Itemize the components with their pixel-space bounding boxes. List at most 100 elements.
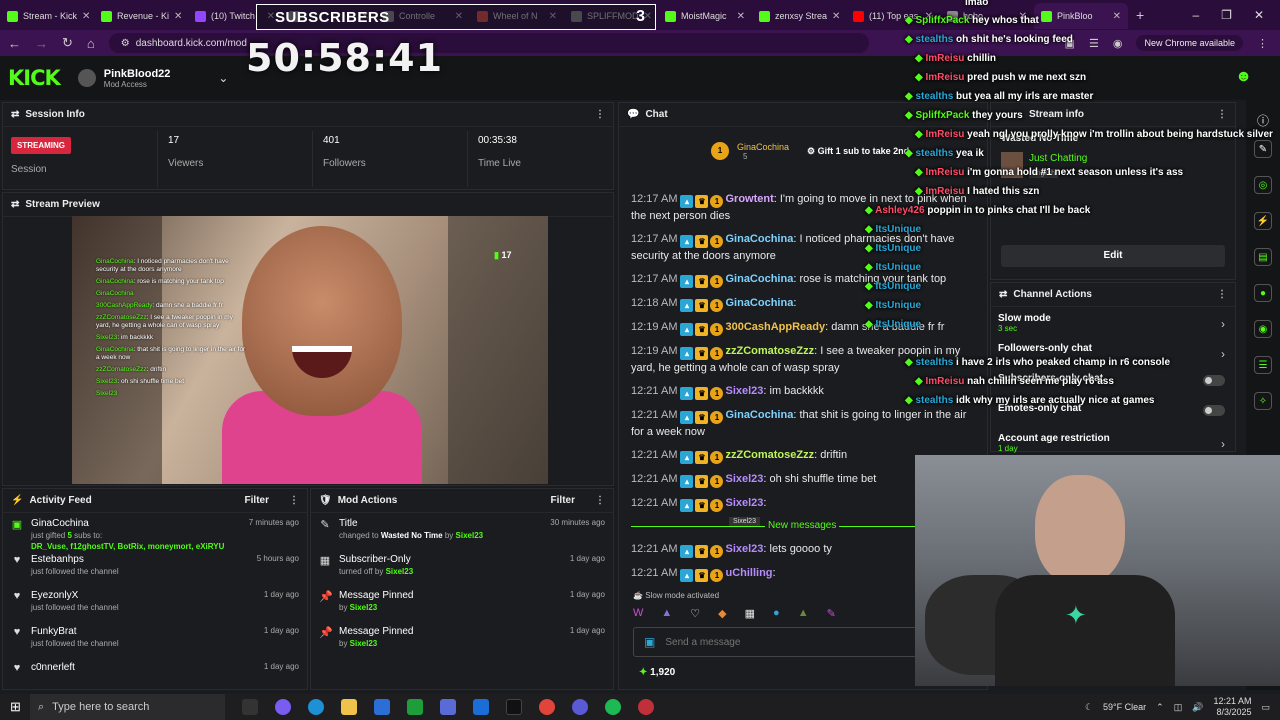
activity-item[interactable]: ♥ c0nnerleft 1 day ago — [3, 657, 307, 689]
mod-action-body: Subscriber-Only turned off by Sixel23 — [339, 554, 413, 576]
spotify-icon[interactable] — [605, 699, 621, 715]
more-icon[interactable]: ⋮ — [595, 495, 605, 506]
overlay-username: ImReisu — [925, 376, 965, 387]
mod-action-desc: changed to Wasted No Time by Sixel23 — [339, 531, 483, 540]
stream-video[interactable]: GinaCochina: I noticed pharmacies don't … — [72, 216, 548, 484]
back-icon[interactable]: ← — [8, 36, 21, 51]
more-icon[interactable]: ⋮ — [289, 495, 299, 506]
obs-icon[interactable] — [572, 699, 588, 715]
xbox-icon[interactable] — [407, 699, 423, 715]
chat-username[interactable]: zzZComatoseZzz — [725, 449, 814, 461]
emote-icon[interactable]: ▦ — [745, 607, 755, 620]
start-icon[interactable]: ⊞ — [10, 699, 21, 715]
browser-tab[interactable]: Revenue - Ki ✕ — [94, 3, 188, 29]
tab-close-icon[interactable]: ✕ — [737, 11, 745, 22]
chat-username[interactable]: 300CashAppReady — [725, 321, 825, 333]
emote-icon[interactable]: ▲ — [661, 607, 672, 620]
chat-username[interactable]: Sixel23 — [725, 543, 763, 555]
app-red-icon[interactable] — [638, 699, 654, 715]
emote-picker-icon[interactable]: ▣ — [644, 635, 655, 649]
mod-user[interactable]: Sixel23 — [456, 531, 484, 540]
overlay-chat-line: ◆ ItsUnique — [865, 242, 921, 256]
emote-icon[interactable]: ● — [773, 607, 780, 620]
chat-message[interactable]: 12:21 AM ▴ ♛ 1 uChilling: — [619, 565, 919, 582]
points-display[interactable]: ✦ 1,920 — [639, 667, 675, 678]
gift-badge-icon: 1 — [710, 347, 724, 360]
tray-up-icon[interactable]: ⌃ — [1156, 702, 1164, 713]
emote-icon[interactable]: ✎ — [827, 607, 836, 620]
app-icon[interactable] — [440, 699, 456, 715]
new-messages-label[interactable]: New messages — [765, 520, 840, 531]
badge-icon: ▴ — [680, 275, 694, 288]
mod-action-item[interactable]: ▦ Subscriber-Only turned off by Sixel23 1 d… — [311, 549, 613, 585]
tab-close-icon[interactable]: ✕ — [82, 11, 90, 22]
taskview-icon[interactable] — [242, 699, 258, 715]
emote-icon[interactable]: ◆ — [718, 607, 726, 620]
chat-input-box[interactable]: ▣ — [633, 627, 917, 657]
activity-body: c0nnerleft — [31, 662, 75, 675]
activity-item[interactable]: ♥ Estebanhps just followed the channel 5 ho… — [3, 549, 307, 585]
mod-action-item[interactable]: 📌 Message Pinned by Sixel23 1 day ago — [311, 585, 613, 621]
tab-close-icon[interactable]: ✕ — [832, 11, 840, 22]
activity-item[interactable]: ♥ EyezonlyX just followed the channel 1 day… — [3, 585, 307, 621]
channel-switcher[interactable]: PinkBlood22 Mod Access ⌄ — [77, 68, 228, 89]
chat-username[interactable]: Sixel23 — [725, 497, 763, 509]
emote-icon[interactable]: W — [633, 607, 643, 620]
activity-desc-prefix: just gifted — [31, 531, 68, 540]
more-icon[interactable]: ⋮ — [595, 109, 605, 120]
windows-taskbar: ⊞ ⌕ Type here to search ☾ 59°F Clear ⌃ ◫… — [0, 694, 1280, 720]
notification-icon[interactable]: ▭ — [1261, 702, 1270, 713]
browser-tab[interactable]: Stream - Kick ✕ — [0, 3, 94, 29]
kick-logo[interactable]: KICK — [8, 66, 61, 90]
weather-text[interactable]: 59°F Clear — [1103, 702, 1146, 712]
chrome-icon[interactable] — [539, 699, 555, 715]
tab-close-icon[interactable]: ✕ — [174, 11, 182, 22]
chat-username[interactable]: GinaCochina — [725, 273, 793, 285]
chat-username[interactable]: uChilling — [725, 567, 772, 579]
taskbar-search[interactable]: ⌕ Type here to search — [30, 694, 225, 720]
chat-username[interactable]: Sixel23 — [725, 385, 763, 397]
copilot-icon[interactable] — [275, 699, 291, 715]
mod-action-item[interactable]: 📌 Message Pinned by Sixel23 1 day ago — [311, 621, 613, 657]
network-icon[interactable]: ◫ — [1174, 702, 1183, 713]
emote-icon[interactable]: ♡ — [690, 607, 700, 620]
edge-icon[interactable] — [308, 699, 324, 715]
tiktok-icon[interactable] — [506, 699, 522, 715]
channel-action-row[interactable]: Account age restriction 1 day › — [991, 427, 1235, 457]
activity-desc: just followed the channel — [31, 567, 119, 576]
emote-icon[interactable]: ▲ — [798, 607, 809, 620]
chat-username[interactable]: GinaCochina — [725, 233, 793, 245]
gift-sub-button[interactable]: ⚙ Gift 1 sub to take 2nd — [807, 146, 909, 157]
mod-user[interactable]: Sixel23 — [350, 603, 378, 612]
activity-item[interactable]: ♥ FunkyBrat just followed the channel 1 day… — [3, 621, 307, 657]
filter-button[interactable]: Filter — [551, 495, 575, 506]
mod-action-item[interactable]: ✎ Title changed to Wasted No Time by Sixel… — [311, 513, 613, 549]
chat-username[interactable]: zzZComatoseZzz — [725, 345, 814, 357]
store-icon[interactable] — [374, 699, 390, 715]
browser-tab[interactable]: zenxsy Strea ✕ — [752, 3, 846, 29]
site-info-icon[interactable]: ⚙ — [121, 38, 130, 49]
outlook-icon[interactable] — [473, 699, 489, 715]
chat-username[interactable]: Growtent — [725, 193, 773, 205]
overlay-chat-line: Sixel23: im backkkk — [96, 334, 246, 342]
forward-icon[interactable]: → — [35, 36, 48, 51]
reload-icon[interactable]: ↻ — [62, 35, 73, 51]
chat-username[interactable]: Sixel23 — [725, 473, 763, 485]
chat-username[interactable]: GinaCochina — [725, 297, 793, 309]
activity-item[interactable]: ▣ GinaCochina just gifted 5 subs to: DR_Vus… — [3, 513, 307, 551]
home-icon[interactable]: ⌂ — [87, 36, 95, 51]
chat-message[interactable]: 12:21 AM ▴ ♛ 1 Sixel23: lets goooo ty — [619, 541, 919, 558]
chat-input[interactable] — [665, 636, 886, 648]
overlay-chat: lmao ◆ SpliffxPack hey whos that ◆ stealth… — [865, 0, 1280, 420]
volume-icon[interactable]: 🔊 — [1192, 702, 1203, 713]
browser-tab[interactable]: MoistMagic ✕ — [658, 3, 752, 29]
url-field[interactable]: ⚙ dashboard.kick.com/mod — [108, 33, 869, 53]
chat-username[interactable]: GinaCochina — [725, 409, 793, 421]
mod-user[interactable]: Sixel23 — [386, 567, 414, 576]
badge-icon: ▴ — [680, 323, 694, 336]
clock[interactable]: 12:21 AM 8/3/2025 — [1213, 696, 1251, 718]
file-explorer-icon[interactable] — [341, 699, 357, 715]
mod-user[interactable]: Sixel23 — [350, 639, 378, 648]
overlay-message: i have 2 irls who peaked champ in r6 con… — [953, 357, 1171, 368]
filter-button[interactable]: Filter — [245, 495, 269, 506]
